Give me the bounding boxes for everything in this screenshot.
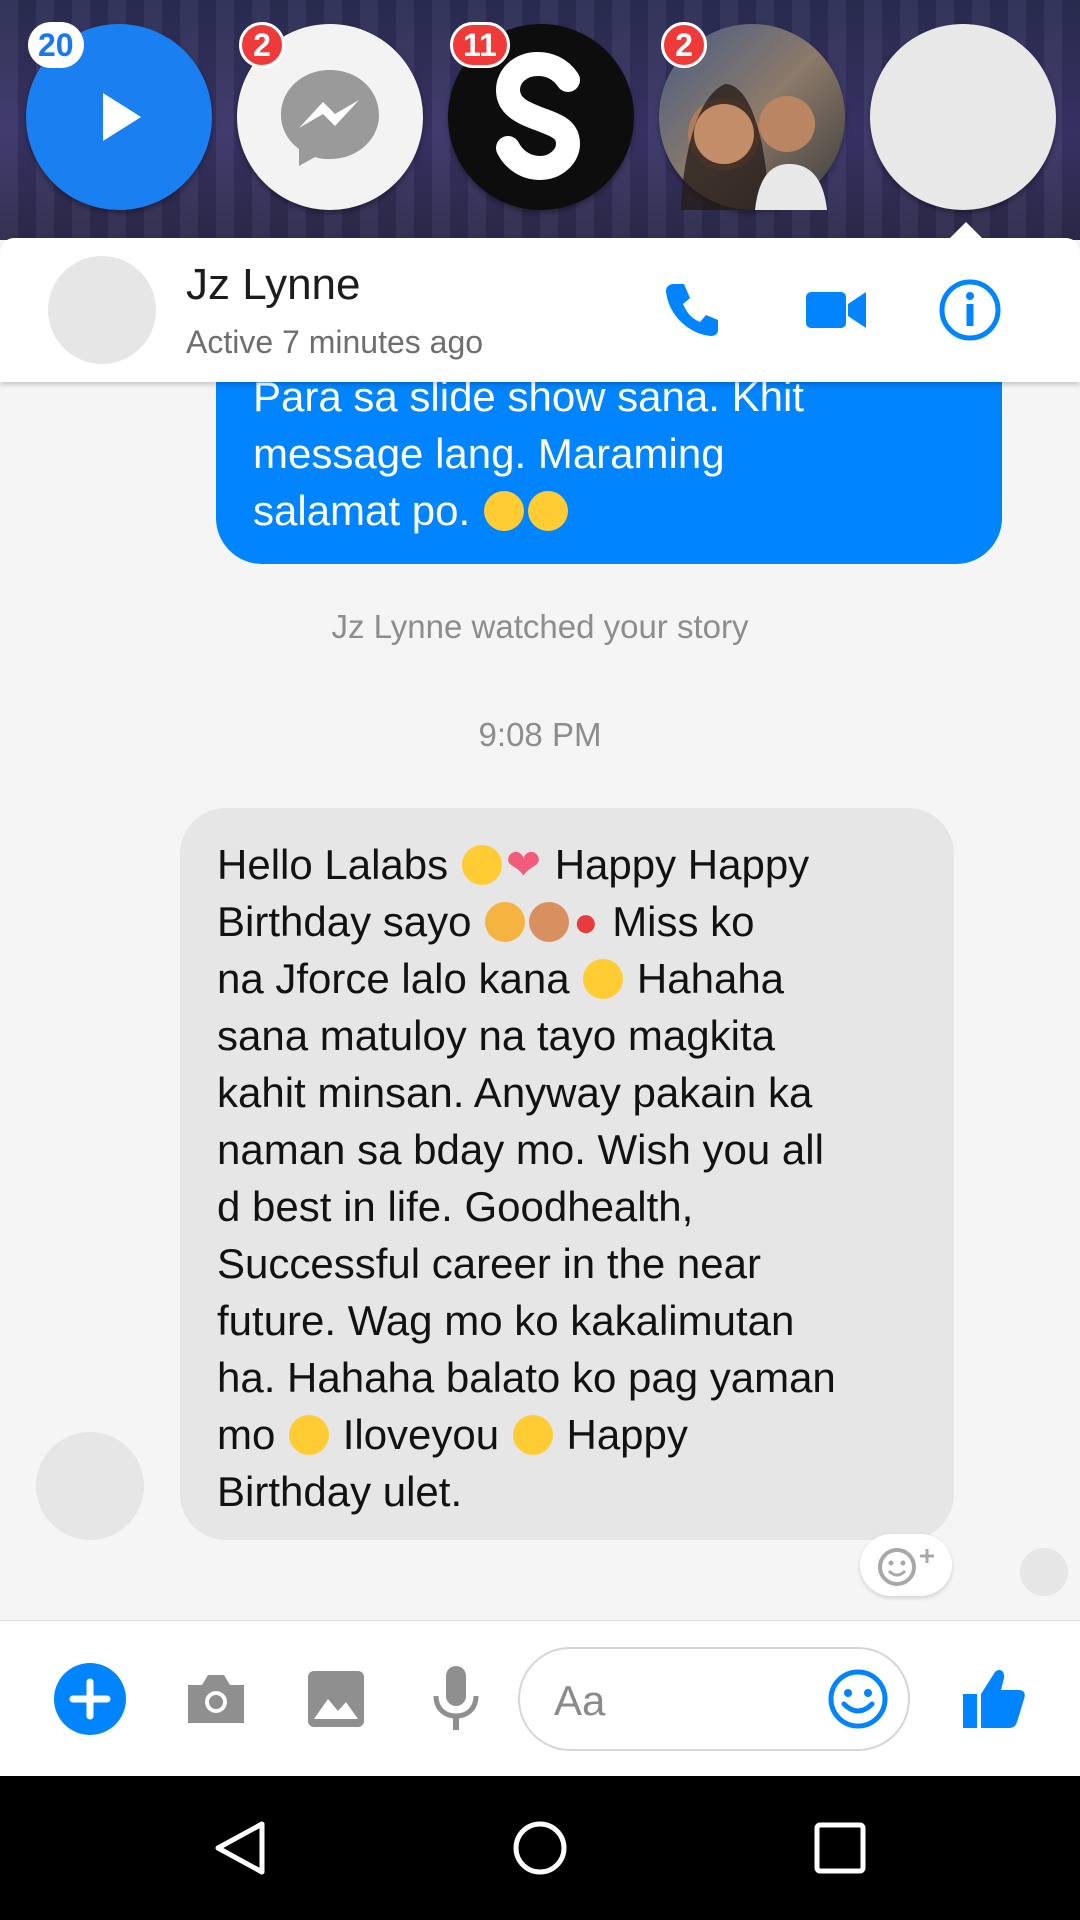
message-timestamp: 9:08 PM (478, 716, 602, 753)
phone-icon[interactable] (656, 274, 728, 346)
image-icon[interactable] (296, 1659, 376, 1739)
expressionless-emoji-icon (583, 959, 624, 999)
message-line: Hello Lalabs ❤ Happy Happy (217, 836, 924, 893)
sender-avatar[interactable] (36, 1432, 144, 1540)
recents-icon[interactable] (800, 1808, 880, 1888)
halo-emoji-icon (527, 491, 568, 531)
party-popper-emoji-icon (485, 902, 526, 942)
message-line: mo Iloveyou Happy (217, 1411, 688, 1458)
emoji-icon[interactable] (818, 1659, 898, 1739)
s-logo-icon (495, 52, 581, 181)
contact-name[interactable]: Jz Lynne (186, 260, 360, 310)
unread-badge: 20 (28, 22, 84, 68)
conversation-header: Jz Lynne Active 7 minutes ago (0, 238, 1080, 382)
add-reaction-button[interactable] (860, 1534, 952, 1596)
message-line: na Jforce lalo kana Hahaha (217, 955, 785, 1002)
play-icon (103, 93, 141, 141)
unread-badge: 2 (239, 22, 285, 68)
halo-emoji-icon (483, 491, 524, 531)
home-icon[interactable] (500, 1808, 580, 1888)
message-line: kahit minsan. Anyway pakain ka (217, 1069, 813, 1116)
system-navigation-bar (0, 1776, 1080, 1920)
kissing-emoji-icon (512, 1415, 553, 1455)
chat-head-video[interactable]: 20 (26, 22, 212, 210)
message-line: Birthday ulet. (217, 1468, 463, 1515)
video-camera-icon[interactable] (800, 274, 872, 346)
message-input[interactable]: Aa (518, 1647, 910, 1751)
balloon-emoji-icon: ● (573, 898, 599, 945)
info-icon[interactable] (934, 274, 1006, 346)
message-line: sana matuloy na tayo magkita (217, 1012, 775, 1059)
heart-emoji-icon: ❤ (505, 841, 542, 888)
chat-head-s-app[interactable]: 11 (448, 22, 634, 210)
message-line: message lang. Maraming (253, 430, 725, 477)
cake-emoji-icon (529, 902, 570, 942)
laughing-emoji-icon (461, 845, 502, 885)
message-placeholder: Aa (554, 1677, 606, 1724)
add-reaction-icon (878, 1548, 934, 1586)
message-line: salamat po. (253, 482, 966, 539)
message-line: Successful career in the near (217, 1240, 761, 1287)
microphone-icon[interactable] (416, 1659, 496, 1739)
message-line: Birthday sayo ● Miss ko (217, 893, 924, 950)
story-notice: Jz Lynne watched your story (331, 608, 749, 645)
chat-head-messenger[interactable]: 2 (237, 22, 423, 210)
thumbs-up-icon[interactable] (954, 1659, 1034, 1739)
messenger-icon (281, 70, 379, 166)
camera-icon[interactable] (176, 1659, 256, 1739)
chat-heads-bar: 20 2 11 2 (0, 0, 1080, 240)
chat-head-contact-photo[interactable]: 2 (659, 22, 845, 210)
message-line: naman sa bday mo. Wish you all (217, 1126, 824, 1173)
message-composer: Aa (0, 1620, 1080, 1777)
read-receipt-avatar (1020, 1548, 1068, 1596)
plus-icon[interactable] (50, 1659, 130, 1739)
active-status: Active 7 minutes ago (186, 324, 484, 360)
unread-badge: 2 (661, 22, 707, 68)
message-line: d best in life. Goodhealth, (217, 1183, 694, 1230)
incoming-message-bubble[interactable]: Hello Lalabs ❤ Happy Happy Birthday sayo… (180, 808, 954, 1540)
avatar[interactable] (48, 256, 156, 364)
message-line: ha. Hahaha balato ko pag yaman (217, 1354, 836, 1401)
back-icon[interactable] (200, 1808, 280, 1888)
unread-badge: 11 (450, 22, 510, 68)
outgoing-message-bubble[interactable]: Para sa slide show sana. Khit message la… (216, 350, 1002, 564)
chat-head-active-contact[interactable] (870, 24, 1056, 210)
message-line: future. Wag mo ko kakalimutan (217, 1297, 795, 1344)
laughing-emoji-icon (289, 1415, 330, 1455)
